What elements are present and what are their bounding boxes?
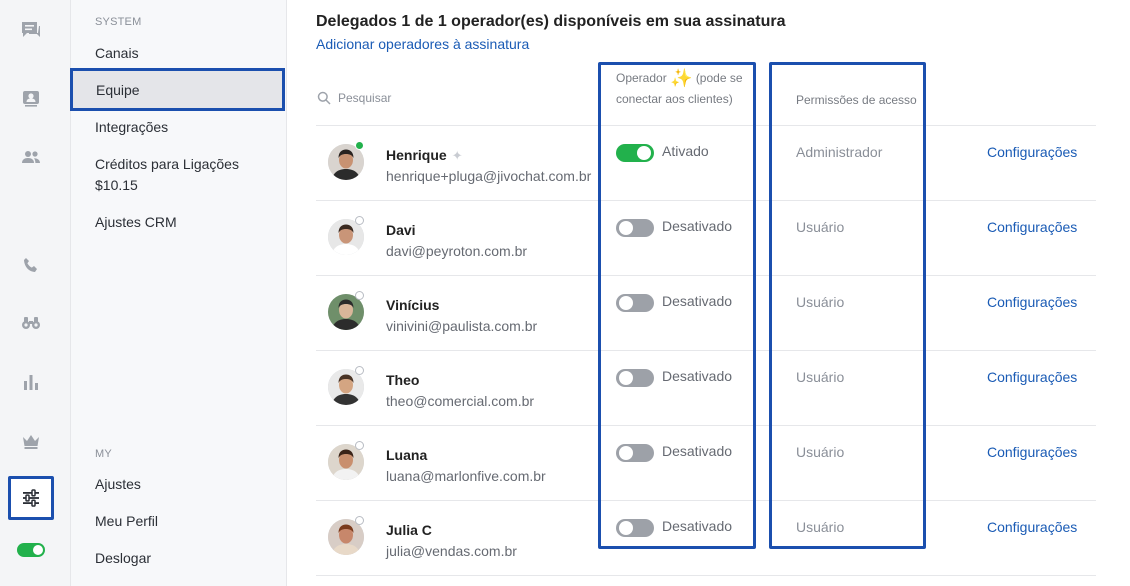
team-panel: Delegados 1 de 1 operador(es) disponívei… <box>287 0 1130 586</box>
nav-section-system: SYSTEM <box>95 16 142 28</box>
permissions-column-header: Permissões de acesso <box>796 93 917 107</box>
operator-row: Luana luana@marlonfive.com.br Desativado Us… <box>316 426 1096 501</box>
operator-header-label: Operador <box>616 71 667 85</box>
add-operators-link[interactable]: Adicionar operadores à assinatura <box>316 36 529 52</box>
permission-label: Usuário <box>796 369 845 385</box>
operator-name: Luana <box>386 447 428 463</box>
contacts-card-icon[interactable] <box>0 84 62 112</box>
presence-dot <box>355 516 364 525</box>
operator-email: davi@peyroton.com.br <box>386 243 528 259</box>
operator-status-label: Desativado <box>662 368 733 384</box>
nav-item-canais[interactable]: Canais <box>95 43 280 64</box>
presence-dot <box>355 441 364 450</box>
settings-link[interactable]: Configurações <box>987 519 1077 535</box>
nav-item-deslogar[interactable]: Deslogar <box>95 548 280 569</box>
nav-item-integracoes[interactable]: Integrações <box>95 117 280 138</box>
operator-status-label: Desativado <box>662 518 733 534</box>
phone-icon[interactable] <box>0 251 62 279</box>
row-divider <box>316 575 1096 576</box>
operator-status-label: Desativado <box>662 293 733 309</box>
operator-name: Henrique ✦ <box>386 147 463 163</box>
search-input[interactable] <box>338 91 538 105</box>
operator-toggle[interactable] <box>616 369 654 387</box>
operator-status-label: Ativado <box>662 143 709 159</box>
nav-item-meu-perfil[interactable]: Meu Perfil <box>95 511 280 532</box>
operator-email: luana@marlonfive.com.br <box>386 468 546 484</box>
permission-label: Usuário <box>796 444 845 460</box>
operator-row: Henrique ✦ henrique+pluga@jivochat.com.br A… <box>316 126 1096 201</box>
nav-item-ajustes-crm[interactable]: Ajustes CRM <box>95 212 280 233</box>
nav-section-my: MY <box>95 448 112 460</box>
operator-email: henrique+pluga@jivochat.com.br <box>386 168 592 184</box>
team-icon[interactable] <box>0 143 62 171</box>
operator-status-label: Desativado <box>662 443 733 459</box>
permission-label: Usuário <box>796 219 845 235</box>
settings-link[interactable]: Configurações <box>987 219 1077 235</box>
page-title: Delegados 1 de 1 operador(es) disponívei… <box>316 13 786 30</box>
operator-status-label: Desativado <box>662 218 733 234</box>
nav-item-creditos[interactable]: Créditos para Ligações $10.15 <box>95 154 245 196</box>
operator-name: Vinícius <box>386 297 440 313</box>
nav-item-equipe[interactable]: Equipe <box>70 68 285 111</box>
permission-label: Usuário <box>796 519 845 535</box>
settings-link[interactable]: Configurações <box>987 444 1077 460</box>
operator-row: Vinícius vinivini@paulista.com.br Desativa… <box>316 276 1096 351</box>
operator-name: Davi <box>386 222 416 238</box>
operator-row: Theo theo@comercial.com.br Desativado Usuár… <box>316 351 1096 426</box>
operator-toggle[interactable] <box>616 519 654 537</box>
operator-toggle[interactable] <box>616 444 654 462</box>
presence-dot <box>355 216 364 225</box>
operator-name: Theo <box>386 372 420 388</box>
settings-link[interactable]: Configurações <box>987 369 1077 385</box>
binoculars-icon[interactable] <box>0 309 62 337</box>
operator-toggle[interactable] <box>616 294 654 312</box>
crown-icon[interactable] <box>0 427 62 455</box>
operator-header-note-2: conectar aos clientes) <box>616 92 733 106</box>
presence-dot <box>355 291 364 300</box>
operator-row: Davi davi@peyroton.com.br Desativado Usuári… <box>316 201 1096 276</box>
nav-item-ajustes[interactable]: Ajustes <box>95 474 280 495</box>
sparkle-icon: ✦ <box>451 148 463 163</box>
search-icon <box>317 91 331 105</box>
bar-chart-icon[interactable] <box>0 368 62 396</box>
icon-rail <box>0 0 71 586</box>
operator-toggle[interactable] <box>616 219 654 237</box>
availability-toggle[interactable] <box>17 543 45 557</box>
settings-link[interactable]: Configurações <box>987 144 1077 160</box>
operator-column-header: Operador ✨ (pode se conectar aos cliente… <box>616 68 746 110</box>
search-box[interactable] <box>317 91 538 105</box>
operator-row: Julia C julia@vendas.com.br Desativado Usuá… <box>316 501 1096 576</box>
operator-email: theo@comercial.com.br <box>386 393 535 409</box>
settings-link[interactable]: Configurações <box>987 294 1077 310</box>
sparkle-icon: ✨ <box>670 68 693 88</box>
presence-dot <box>355 141 364 150</box>
permission-label: Usuário <box>796 294 845 310</box>
presence-dot <box>355 366 364 375</box>
settings-nav: SYSTEM Canais Equipe Integrações Crédito… <box>70 0 287 586</box>
chat-icon[interactable] <box>0 16 62 44</box>
operator-header-note: (pode se <box>695 71 743 85</box>
operator-email: vinivini@paulista.com.br <box>386 318 538 334</box>
permission-label: Administrador <box>796 144 883 160</box>
sliders-icon[interactable] <box>8 476 54 520</box>
operator-toggle[interactable] <box>616 144 654 162</box>
operator-name: Julia C <box>386 522 432 538</box>
operator-email: julia@vendas.com.br <box>386 543 517 559</box>
